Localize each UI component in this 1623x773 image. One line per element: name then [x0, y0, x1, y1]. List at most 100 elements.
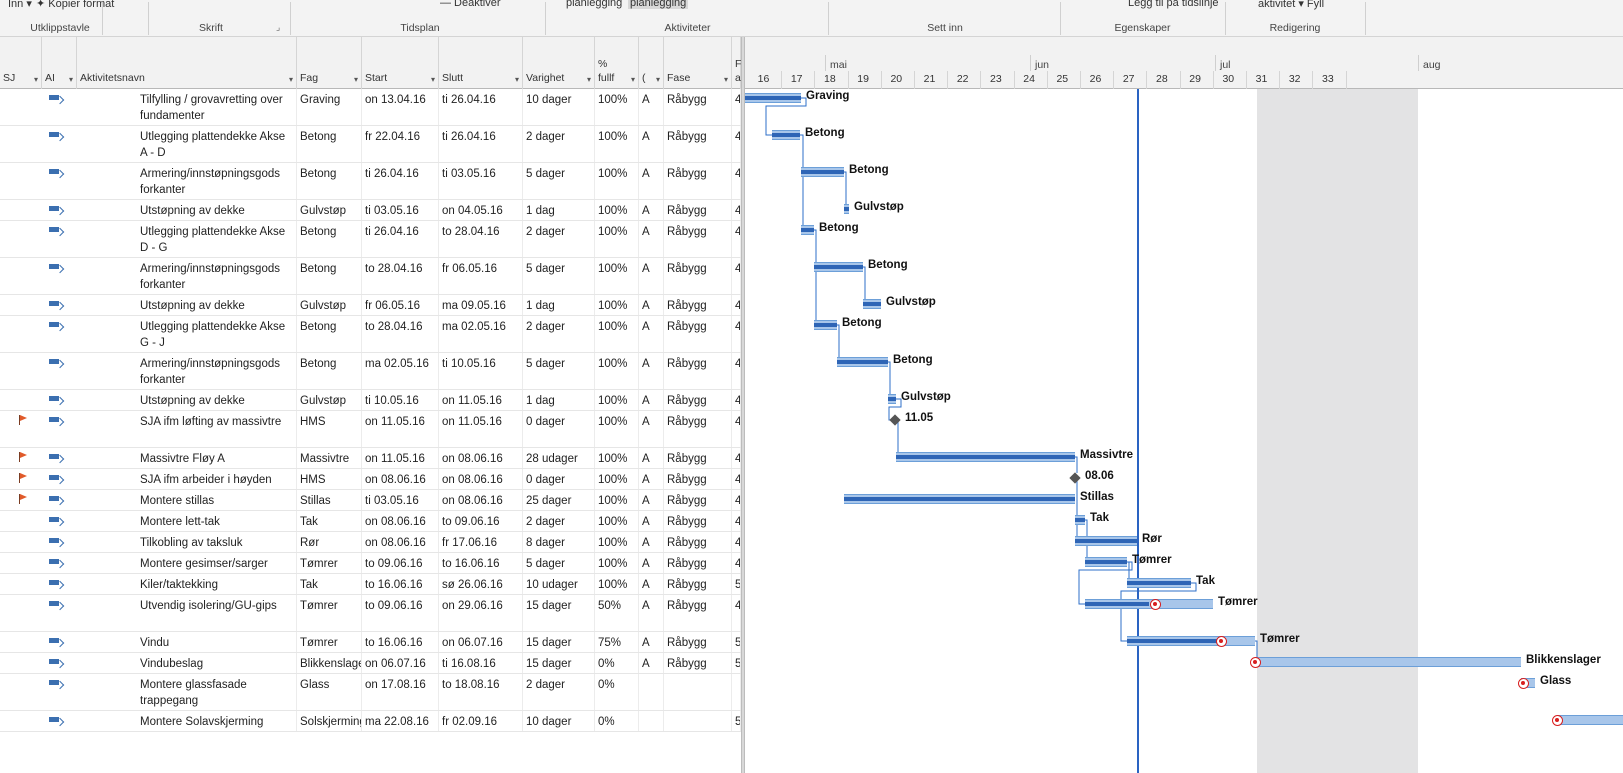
- cell-fase[interactable]: Råbygg: [664, 532, 732, 552]
- filter-dropdown-icon[interactable]: ▾: [515, 75, 519, 84]
- cell-c[interactable]: A: [639, 390, 664, 410]
- table-row[interactable]: Armering/innstøpningsgods forkanter Beton…: [0, 353, 741, 390]
- deadline-icon[interactable]: [1150, 599, 1161, 610]
- cell-name[interactable]: Utstøpning av dekke: [137, 200, 297, 220]
- cell-varighet[interactable]: 2 dager: [523, 316, 595, 352]
- table-row[interactable]: Montere gesimser/sarger Tømrer to 09.06.16…: [0, 553, 741, 574]
- cell-start[interactable]: on 08.06.16: [362, 532, 439, 552]
- cell-fullf[interactable]: 100%: [595, 574, 639, 594]
- cell-name[interactable]: Utstøpning av dekke: [137, 390, 297, 410]
- cell-extra[interactable]: 4: [732, 390, 741, 410]
- cell-fase[interactable]: Råbygg: [664, 221, 732, 257]
- ribbon-command[interactable]: Legg til på tidslinje: [1128, 0, 1219, 9]
- cell-extra[interactable]: 4: [732, 295, 741, 315]
- cell-start[interactable]: fr 22.04.16: [362, 126, 439, 162]
- cell-extra[interactable]: 4: [732, 316, 741, 352]
- cell-extra[interactable]: 4: [732, 490, 741, 510]
- cell-name[interactable]: Armering/innstøpningsgods forkanter: [137, 163, 297, 199]
- cell-fag[interactable]: Gulvstøp: [297, 295, 362, 315]
- cell-extra[interactable]: 5: [732, 711, 741, 731]
- cell-slutt[interactable]: ma 02.05.16: [439, 316, 523, 352]
- cell-start[interactable]: to 28.04.16: [362, 258, 439, 294]
- task-bar[interactable]: [814, 262, 863, 272]
- cell-name[interactable]: Utstøpning av dekke: [137, 295, 297, 315]
- cell-fullf[interactable]: 100%: [595, 126, 639, 162]
- cell-fag[interactable]: Betong: [297, 221, 362, 257]
- cell-slutt[interactable]: ti 03.05.16: [439, 163, 523, 199]
- cell-fullf[interactable]: 100%: [595, 353, 639, 389]
- filter-dropdown-icon[interactable]: ▾: [656, 75, 660, 84]
- cell-varighet[interactable]: 1 dag: [523, 390, 595, 410]
- table-row[interactable]: Armering/innstøpningsgods forkanter Beton…: [0, 258, 741, 295]
- cell-c[interactable]: A: [639, 411, 664, 447]
- cell-slutt[interactable]: on 11.05.16: [439, 411, 523, 447]
- cell-varighet[interactable]: 28 udager: [523, 448, 595, 468]
- cell-start[interactable]: on 11.05.16: [362, 411, 439, 447]
- cell-fase[interactable]: Råbygg: [664, 258, 732, 294]
- table-row[interactable]: Montere Solavskjerming Solskjerming ma 22.…: [0, 711, 741, 732]
- ribbon-command[interactable]: Inn ▾: [8, 0, 32, 10]
- cell-extra[interactable]: 4: [732, 200, 741, 220]
- cell-fase[interactable]: Råbygg: [664, 469, 732, 489]
- cell-c[interactable]: A: [639, 221, 664, 257]
- task-bar[interactable]: [863, 299, 881, 309]
- cell-slutt[interactable]: ti 26.04.16: [439, 89, 523, 125]
- cell-varighet[interactable]: 10 dager: [523, 711, 595, 731]
- cell-varighet[interactable]: 5 dager: [523, 258, 595, 294]
- cell-name[interactable]: Utlegging plattendekke Akse D - G: [137, 221, 297, 257]
- cell-fag[interactable]: Tak: [297, 511, 362, 531]
- ribbon-command[interactable]: — Deaktiver: [440, 0, 501, 9]
- cell-fullf[interactable]: 100%: [595, 295, 639, 315]
- filter-dropdown-icon[interactable]: ▾: [431, 75, 435, 84]
- cell-fase[interactable]: Råbygg: [664, 553, 732, 573]
- cell-extra[interactable]: 5: [732, 653, 741, 673]
- cell-varighet[interactable]: 15 dager: [523, 632, 595, 652]
- cell-varighet[interactable]: 5 dager: [523, 353, 595, 389]
- cell-varighet[interactable]: 2 dager: [523, 126, 595, 162]
- table-row[interactable]: Tilkobling av taksluk Rør on 08.06.16 fr 17…: [0, 532, 741, 553]
- column-header-name[interactable]: Aktivitetsnavn ▾: [77, 37, 297, 89]
- task-bar[interactable]: [1127, 636, 1255, 646]
- cell-fullf[interactable]: 50%: [595, 595, 639, 631]
- cell-name[interactable]: Armering/innstøpningsgods forkanter: [137, 258, 297, 294]
- cell-fullf[interactable]: 100%: [595, 511, 639, 531]
- cell-start[interactable]: to 16.06.16: [362, 632, 439, 652]
- cell-fullf[interactable]: 100%: [595, 490, 639, 510]
- deadline-icon[interactable]: [1250, 657, 1261, 668]
- cell-fag[interactable]: Betong: [297, 163, 362, 199]
- table-row[interactable]: Utstøpning av dekke Gulvstøp fr 06.05.16 ma…: [0, 295, 741, 316]
- ribbon-command[interactable]: planlegging: [628, 0, 689, 9]
- cell-start[interactable]: to 28.04.16: [362, 316, 439, 352]
- cell-c[interactable]: A: [639, 490, 664, 510]
- cell-fase[interactable]: Råbygg: [664, 511, 732, 531]
- cell-slutt[interactable]: sø 26.06.16: [439, 574, 523, 594]
- task-bar[interactable]: [801, 225, 814, 235]
- cell-start[interactable]: on 17.08.16: [362, 674, 439, 710]
- cell-start[interactable]: ti 10.05.16: [362, 390, 439, 410]
- task-bar[interactable]: [837, 357, 888, 367]
- task-bar[interactable]: [1085, 557, 1127, 567]
- cell-fase[interactable]: Råbygg: [664, 126, 732, 162]
- cell-fag[interactable]: HMS: [297, 411, 362, 447]
- cell-start[interactable]: ti 03.05.16: [362, 200, 439, 220]
- cell-fase[interactable]: Råbygg: [664, 295, 732, 315]
- cell-extra[interactable]: [732, 674, 741, 710]
- cell-start[interactable]: to 16.06.16: [362, 574, 439, 594]
- cell-c[interactable]: A: [639, 163, 664, 199]
- cell-name[interactable]: SJA ifm løfting av massivtre: [137, 411, 297, 447]
- cell-varighet[interactable]: 8 dager: [523, 532, 595, 552]
- cell-extra[interactable]: 4: [732, 532, 741, 552]
- table-row[interactable]: Montere stillas Stillas ti 03.05.16 on 08.0…: [0, 490, 741, 511]
- cell-extra[interactable]: 4: [732, 511, 741, 531]
- cell-slutt[interactable]: on 06.07.16: [439, 632, 523, 652]
- table-row[interactable]: SJA ifm løfting av massivtre HMS on 11.05.…: [0, 411, 741, 448]
- cell-name[interactable]: Montere lett-tak: [137, 511, 297, 531]
- cell-start[interactable]: fr 06.05.16: [362, 295, 439, 315]
- table-row[interactable]: Vindubeslag Blikkenslager on 06.07.16 ti 16…: [0, 653, 741, 674]
- task-bar[interactable]: [896, 452, 1075, 462]
- task-bar[interactable]: [844, 204, 849, 214]
- cell-c[interactable]: A: [639, 553, 664, 573]
- cell-fag[interactable]: Solskjerming: [297, 711, 362, 731]
- cell-start[interactable]: to 09.06.16: [362, 553, 439, 573]
- filter-dropdown-icon[interactable]: ▾: [354, 75, 358, 84]
